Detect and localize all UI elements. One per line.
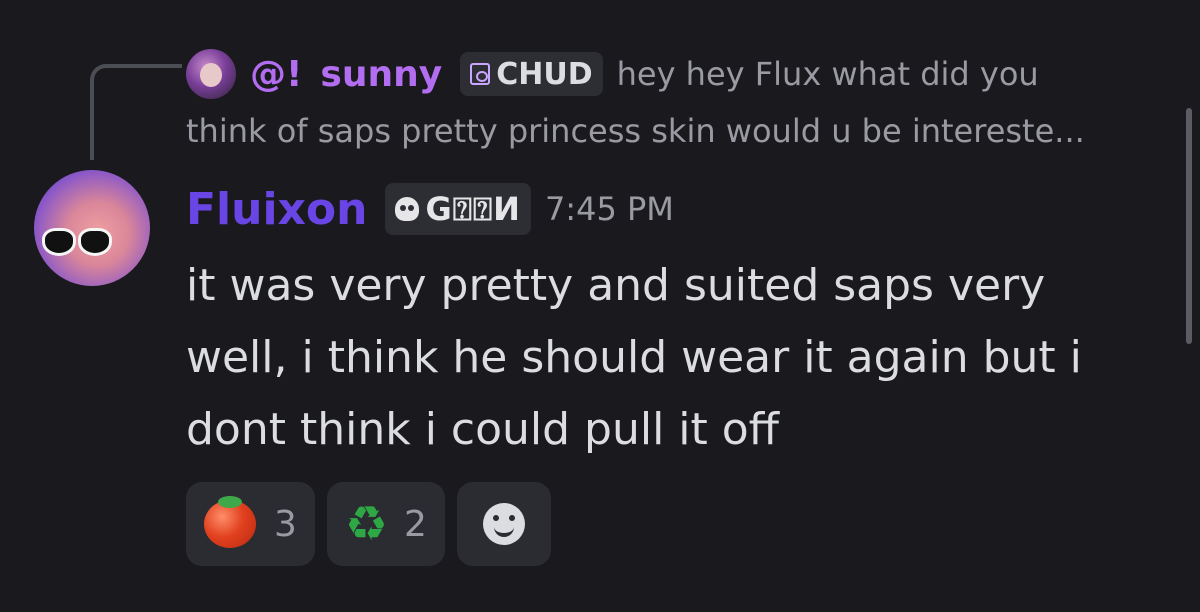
reply-connector-line [90, 64, 182, 160]
message-header: Fluixon G⍰⍰И 7:45 PM [186, 180, 674, 238]
recycle-icon: ♻ [344, 496, 388, 552]
reaction-tomato[interactable]: 3 [186, 482, 315, 566]
smiley-icon [482, 503, 525, 545]
author-role-tag[interactable]: G⍰⍰И [385, 183, 531, 235]
reaction-recycle[interactable]: ♻ 2 [326, 482, 445, 566]
sunglasses-icon [42, 224, 116, 256]
author-tag-text: G⍰⍰И [425, 189, 521, 228]
reply-text-line2: think of saps pretty princess skin would… [186, 112, 1085, 150]
reply-text-line1: hey hey Flux what did you [616, 55, 1039, 93]
scrollbar[interactable] [1186, 108, 1192, 344]
reply-author-name[interactable]: sunny [320, 54, 442, 95]
reply-avatar[interactable] [186, 49, 236, 99]
message-content: it was very pretty and suited saps very … [186, 260, 1082, 455]
reaction-count: 2 [403, 503, 427, 545]
author-name[interactable]: Fluixon [186, 184, 367, 235]
skull-icon [395, 197, 420, 221]
reply-header: @! sunny CHUD hey hey Flux what did you [186, 40, 1176, 108]
add-reaction-button[interactable] [456, 482, 551, 566]
author-avatar[interactable] [34, 170, 150, 286]
tomato-icon [204, 496, 256, 548]
reply-preview[interactable]: @! sunny CHUD hey hey Flux what did you … [186, 40, 1176, 150]
reply-mention: @! [250, 53, 303, 95]
reply-tag-text: CHUD [496, 56, 593, 92]
crown-icon [470, 63, 491, 85]
message-timestamp[interactable]: 7:45 PM [545, 190, 674, 228]
reaction-count: 3 [274, 503, 297, 545]
reply-role-tag[interactable]: CHUD [460, 52, 603, 96]
reaction-bar: 3 ♻ 2 [186, 482, 551, 566]
